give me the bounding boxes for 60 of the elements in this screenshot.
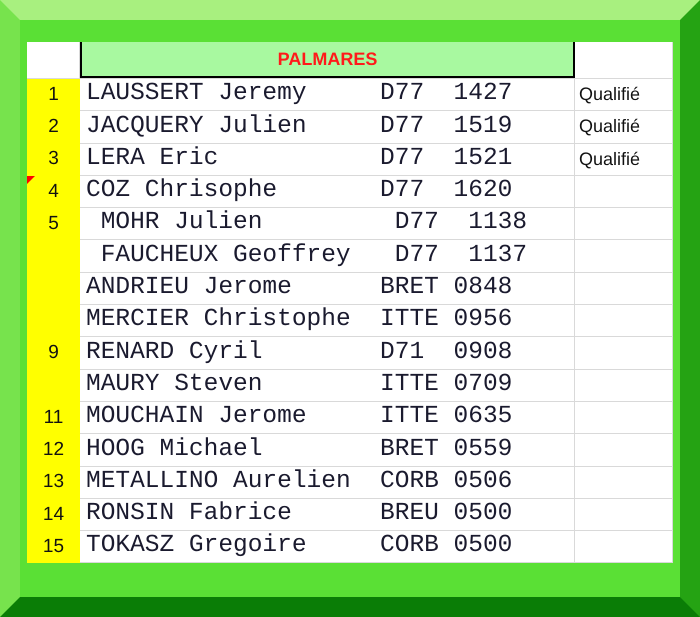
row-number: 12 (42, 438, 64, 462)
player-name: RONSIN Fabrice (86, 499, 293, 530)
player-name: RENARD Cyril (86, 338, 264, 368)
player-name: LERA Eric (86, 144, 220, 174)
club-code: ITTE (380, 402, 440, 432)
club-code: D77 (380, 144, 426, 174)
player-name: MERCIER Christophe (86, 305, 352, 336)
points: 1138 (468, 208, 528, 238)
club-code: D77 (394, 208, 440, 238)
player-name: MOUCHAIN Jerome (86, 402, 308, 432)
club-code: BRET (380, 273, 440, 304)
player-name: TOKASZ Gregoire (86, 531, 308, 562)
row-number: 13 (42, 470, 64, 494)
points: 1427 (454, 79, 512, 110)
row-number: 14 (42, 502, 64, 527)
club-code: CORB (380, 531, 440, 562)
points: 0848 (454, 273, 512, 304)
points: 0559 (454, 434, 512, 465)
player-name: HOOG Michael (86, 434, 264, 465)
points: 0709 (454, 370, 512, 400)
club-code: BRET (380, 434, 440, 465)
club-code: D77 (380, 79, 426, 110)
player-name: JACQUERY Julien (86, 112, 308, 142)
player-name: ANDRIEU Jerome (86, 273, 293, 304)
club-code: ITTE (380, 370, 440, 400)
club-code: BREU (380, 499, 440, 530)
row-number: 9 (48, 341, 59, 366)
player-name: FAUCHEUX Geoffrey (100, 240, 352, 271)
row-number: 15 (42, 535, 64, 560)
club-code: CORB (380, 466, 440, 497)
row-number: 2 (48, 115, 59, 140)
points: 0956 (454, 305, 512, 336)
club-code: D77 (380, 112, 426, 142)
row-number: 1 (48, 82, 59, 107)
status-text: Qualifié (579, 115, 640, 138)
row-number: 4 (48, 180, 59, 204)
points: 1137 (468, 240, 528, 271)
club-code: D77 (380, 176, 426, 206)
points: 1521 (454, 144, 512, 174)
row-number: 5 (48, 212, 59, 236)
club-code: D71 (380, 338, 426, 368)
status-text: Qualifié (579, 83, 640, 106)
points: 0908 (454, 338, 512, 368)
points: 1620 (454, 176, 512, 206)
club-code: D77 (394, 240, 440, 271)
title: PALMARES (278, 48, 378, 70)
points: 0635 (454, 402, 512, 432)
player-name: MOHR Julien (100, 208, 264, 238)
club-code: ITTE (380, 305, 440, 336)
player-name: LAUSSERT Jeremy (86, 79, 308, 110)
points: 0500 (454, 499, 512, 530)
row-number: 3 (48, 147, 59, 172)
player-name: COZ Chrisophe (86, 176, 278, 206)
points: 1519 (454, 112, 512, 142)
points: 0506 (454, 466, 512, 497)
player-name: METALLINO Aurelien (86, 466, 352, 497)
player-name: MAURY Steven (86, 370, 264, 400)
row-number: 11 (44, 406, 64, 430)
status-text: Qualifié (579, 148, 640, 171)
points: 0500 (454, 531, 512, 562)
